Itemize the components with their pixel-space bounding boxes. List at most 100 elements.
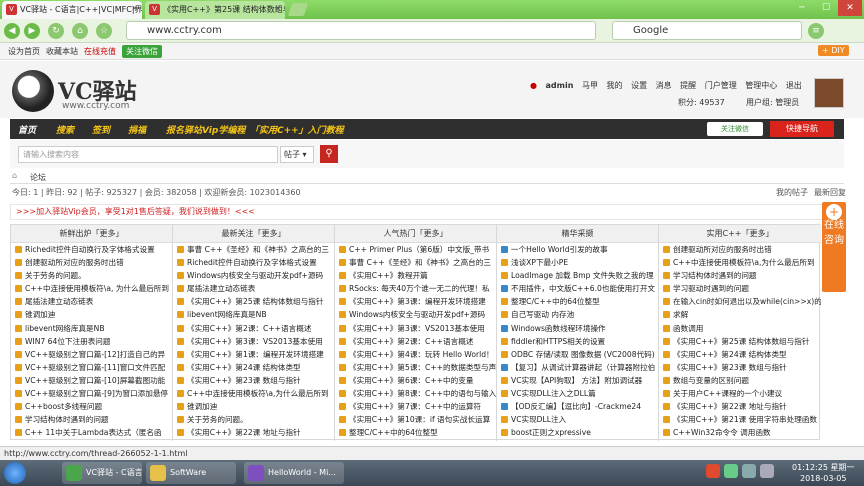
thread-link[interactable]: Windows函数线程环境操作 [497,322,658,335]
thread-link[interactable]: 【OD反汇编】【逗比向】-Crackme24 [497,400,658,413]
taskbar-app-software[interactable]: SoftWare [146,462,236,484]
thread-link[interactable]: 关于劳务的问题。 [11,269,172,282]
minimize-icon[interactable]: ─ [790,0,814,16]
thread-link[interactable]: 《实用C++》第23课 数组与指针 [659,361,821,374]
home-icon[interactable]: ⌂ [72,23,88,39]
thread-link[interactable]: C++Win32命令令 调用函数 [659,426,821,439]
thread-link[interactable]: 《实用C++》第8课：C++中的语句与输入输 [335,387,496,400]
column-title[interactable]: 新鲜出炉「更多」 [11,225,172,243]
taskbar-app-vs[interactable]: HelloWorld - Mi... [244,462,344,484]
nav-cpp-course[interactable]: 「实用C++」入门教程 [250,123,344,136]
thread-link[interactable]: 关于劳务的问题。 [173,413,334,426]
thread-link[interactable]: VC++驱级别之窗口篇-[12]打造自己的异 [11,348,172,361]
thread-link[interactable]: 创建驱动所对应的服务时出错 [11,256,172,269]
taskbar-app-browser[interactable]: VC驿站 - C语言... [62,462,142,484]
refresh-icon[interactable]: ↻ [48,23,64,39]
thread-link[interactable]: 《实用C++》第7课：C++中的运算符 [335,400,496,413]
thread-link[interactable]: 尾插法建立动态链表 [173,282,334,295]
mine-link[interactable]: 我的 [607,81,623,90]
thread-link[interactable]: C++ 11中关于Lambda表达式（匿名函 [11,426,172,439]
remind-link[interactable]: 提醒 [680,81,696,90]
nav-donate[interactable]: 捐福 [128,123,146,136]
vip-banner[interactable]: >>>加入驿站Vip会员，享受1对1售后答疑，我们说到做到！<<< [10,204,844,220]
thread-link[interactable]: 学习驱动时遇到的问题 [659,282,821,295]
recharge-link[interactable]: 在线充值 [84,46,116,57]
maximize-icon[interactable]: ☐ [814,0,838,16]
thread-link[interactable]: WIN7 64位下注册表问题 [11,335,172,348]
thread-link[interactable]: 《实用C++》第21课 使用字符串处理函数 [659,413,821,426]
thread-link[interactable]: LoadImage 加载 Bmp 文件失败之我的理 [497,269,658,282]
thread-link[interactable]: 锥调加迪 [11,308,172,321]
start-button-icon[interactable] [4,462,26,484]
thread-link[interactable]: Richedit控件自动换行及字体格式设置 [11,243,172,256]
thread-link[interactable]: 《实用C++》第23课 数组与指针 [173,374,334,387]
nav-search[interactable]: 搜索 [56,123,74,136]
bookmark-site-link[interactable]: 收藏本站 [46,46,78,57]
nav-wechat-button[interactable]: 关注微信 [707,122,763,136]
thread-link[interactable]: VC实现【API狗取】 方法】附加调试器 [497,374,658,387]
quick-nav-button[interactable]: 快捷导航 [770,121,834,137]
column-title[interactable]: 实用C++「更多」 [659,225,821,243]
volume-icon[interactable] [760,464,774,478]
close-tab-icon[interactable]: ✕ [274,4,281,13]
thread-link[interactable]: 《实用C++》第10课：if 语句实战长运算 [335,413,496,426]
thread-link[interactable]: C++中连接使用模板符\a, 为什么最后所到 [11,282,172,295]
thread-link[interactable]: VC++驱级别之窗口篇-[11]窗口文件匹配 [11,361,172,374]
thread-link[interactable]: 《实用C++》第3课：VS2013基本使用 [173,335,334,348]
thread-link[interactable]: VC实现DLL注入之DLL篇 [497,387,658,400]
thread-link[interactable]: 数组与变量的区别问题 [659,374,821,387]
browser-search-input[interactable]: Google [612,21,802,40]
horse-link[interactable]: 马甲 [582,81,598,90]
thread-link[interactable]: 《实用C++》第1课：编程开发环境搭建 [173,348,334,361]
thread-link[interactable]: Windows内核安全与驱动开发pdf+源码 [335,308,496,321]
nav-home[interactable]: 首页 [18,123,36,136]
forward-icon[interactable]: ▶ [24,23,40,39]
close-tab-icon[interactable]: ✕ [131,4,138,13]
thread-link[interactable]: VC++驱级别之窗口篇-[10]屏幕截图功能 [11,374,172,387]
search-icon[interactable]: ⚲ [320,145,338,163]
thread-link[interactable]: 整理C/C++中的64位整型 [335,426,496,439]
thread-link[interactable]: 【复习】从调试计算器讲起（计算器附拉伯 [497,361,658,374]
latest-replies-link[interactable]: 最新回复 [814,187,846,198]
close-window-icon[interactable]: ✕ [838,0,862,16]
thread-link[interactable]: 《实用C++》第24课 结构体类型 [173,361,334,374]
clock[interactable]: 01:12:25 星期一 2018-03-05 [792,462,854,484]
thread-link[interactable]: fiddler和HTTPS相关的设置 [497,335,658,348]
thread-link[interactable]: 整理C/C++中的64位整型 [497,295,658,308]
column-title[interactable]: 人气热门「更多」 [335,225,496,243]
thread-link[interactable]: 学习结构体时遇到的问题 [659,269,821,282]
thread-link[interactable]: 《实用C++》第22课 地址与指针 [659,400,821,413]
thread-link[interactable]: 锥调加迪 [173,400,334,413]
thread-link[interactable]: 事曹 C++《圣经》和《神书》之高台的三 [335,256,496,269]
star-icon[interactable]: ☆ [96,23,112,39]
breadcrumb-forum[interactable]: 论坛 [30,172,46,183]
nav-signin[interactable]: 签到 [92,123,110,136]
logout-link[interactable]: 退出 [786,81,802,90]
thread-link[interactable]: 《实用C++》第25课 结构体数组与指针 [659,335,821,348]
network-icon[interactable] [742,464,756,478]
thread-link[interactable]: RSocks: 每天40万个谁一无二的代理！私 [335,282,496,295]
follow-wechat-button[interactable]: 关注微信 [122,45,162,58]
manage-center-link[interactable]: 管理中心 [745,81,777,90]
tray-icon[interactable] [724,464,738,478]
portal-manage-link[interactable]: 门户管理 [705,81,737,90]
browser-tab-course[interactable]: V 《实用C++》第25课 结构体数组与 ✕ [145,1,285,19]
thread-link[interactable]: boost正则之xpressive [497,426,658,439]
thread-link[interactable]: libevent网络库真是NB [11,322,172,335]
sogou-icon[interactable] [706,464,720,478]
thread-link[interactable]: 求解 [659,308,821,321]
thread-link[interactable]: 《实用C++》第2课：C++语言概述 [173,322,334,335]
thread-link[interactable]: C++boost多线程问题 [11,400,172,413]
back-icon[interactable]: ◀ [4,23,20,39]
thread-link[interactable]: 函数调用 [659,322,821,335]
thread-link[interactable]: 关于用户C++课程的一个小建议 [659,387,821,400]
my-posts-link[interactable]: 我的帖子 [776,187,808,198]
thread-link[interactable]: 浅谈XP下最小PE [497,256,658,269]
user-points[interactable]: 积分: 49537 [678,97,725,108]
user-group[interactable]: 用户组: 管理员 [746,97,799,108]
thread-link[interactable]: 尾插法建立动态链表 [11,295,172,308]
thread-link[interactable]: 一个Hello World引发的故事 [497,243,658,256]
thread-link[interactable]: 自己写驱动 内存池 [497,308,658,321]
thread-link[interactable]: 《实用C++》第25课 结构体数组与指针 [173,295,334,308]
thread-link[interactable]: 学习结构体时遇到的问题 [11,413,172,426]
